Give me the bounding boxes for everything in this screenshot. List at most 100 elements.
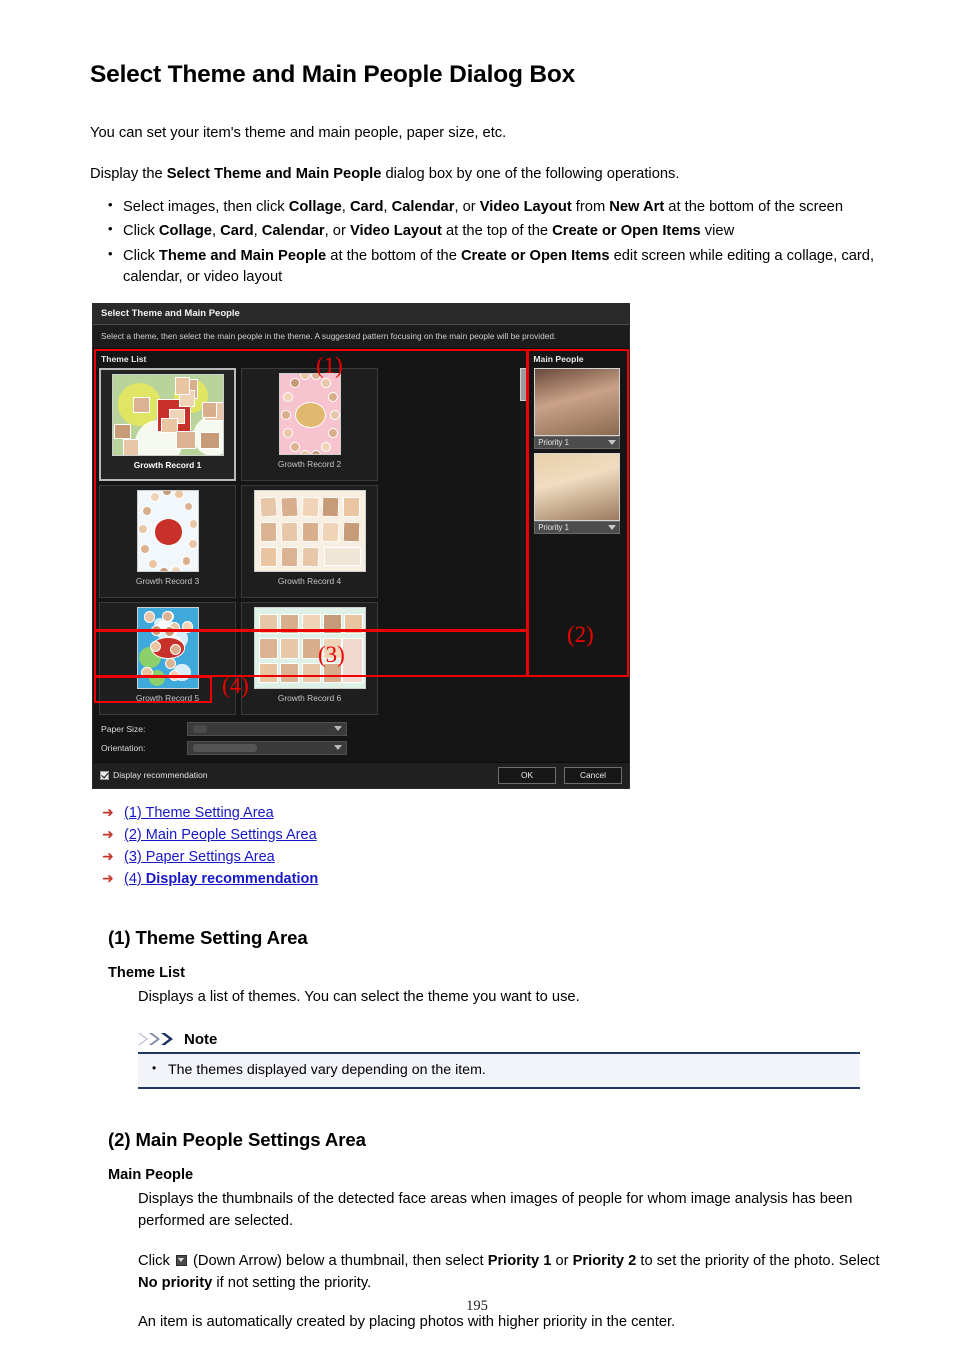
arrow-right-icon: ➜ <box>102 825 114 842</box>
final-paragraph: An item is automatically created by plac… <box>138 1314 676 1331</box>
face-image <box>535 453 620 520</box>
note-header: Note <box>138 1031 860 1048</box>
theme-thumbnail <box>136 489 199 572</box>
main-person-card: Priority 1 <box>534 452 621 534</box>
operation-text: , <box>253 223 262 240</box>
operation-term: Collage <box>288 199 342 216</box>
display-instruction-post: dialog box by one of the following opera… <box>381 165 680 182</box>
orientation-select[interactable] <box>187 740 347 755</box>
link-bold-part: Display recommendation <box>145 870 319 887</box>
priority-2-bold: Priority 2 <box>572 1252 637 1269</box>
operation-term: Card <box>349 199 384 216</box>
cancel-button[interactable]: Cancel <box>564 766 622 784</box>
theme-thumbnail-art <box>254 607 365 688</box>
display-recommendation-label: Display recommendation <box>113 770 208 781</box>
priority-post: if not setting the priority. <box>212 1274 372 1291</box>
operation-text: at the bottom of the <box>326 247 461 264</box>
note-chevrons-icon <box>138 1032 178 1046</box>
main-people-description: Displays the thumbnails of the detected … <box>138 1191 853 1230</box>
operation-term: Collage <box>158 223 212 240</box>
chevron-down-icon <box>608 439 617 445</box>
operation-item: Click Collage, Card, Calendar, or Video … <box>108 220 880 242</box>
select-theme-dialog: Select Theme and Main People Select a th… <box>92 302 630 789</box>
theme-list-description: Displays a list of themes. You can selec… <box>138 988 580 1005</box>
theme-thumbnail <box>253 489 366 572</box>
note-label: Note <box>184 1030 218 1048</box>
dialog-description: Select a theme, then select the main peo… <box>93 324 629 349</box>
theme-thumbnail <box>253 606 366 689</box>
theme-name-label: Growth Record 1 <box>133 459 202 470</box>
face-image <box>535 368 620 435</box>
ok-button[interactable]: OK <box>498 766 556 784</box>
priority-value: Priority 1 <box>538 522 569 532</box>
operation-term: Create or Open Items <box>460 247 610 264</box>
subheading-theme-list: Theme List <box>108 964 186 981</box>
paper-size-select[interactable] <box>187 721 347 736</box>
dialog-button-group: OK Cancel <box>498 766 622 784</box>
dialog-body: Theme List Growth Record 1 Growth Record … <box>93 348 629 762</box>
dialog-footer: Display recommendation OK Cancel <box>93 761 629 788</box>
theme-name-label: Growth Record 3 <box>135 575 200 586</box>
dialog-titlebar: Select Theme and Main People <box>93 303 629 325</box>
down-arrow-icon <box>175 1254 187 1266</box>
link-prefix: (4) <box>124 870 146 887</box>
no-priority-bold: No priority <box>138 1274 213 1291</box>
paper-size-value <box>193 724 207 733</box>
orientation-label: Orientation: <box>101 742 146 753</box>
note-body: The themes displayed vary depending on t… <box>138 1051 860 1090</box>
section-heading-theme-setting-area: (1) Theme Setting Area <box>108 926 308 948</box>
subheading-main-people: Main People <box>108 1167 194 1184</box>
section-link[interactable]: (1) Theme Setting Area <box>124 805 274 821</box>
theme-item[interactable]: Growth Record 5 <box>99 601 236 715</box>
main-people-area: Main People Priority 1 Priority 1 <box>525 348 629 762</box>
operation-text: at the bottom of the screen <box>664 199 844 216</box>
priority-mid2: or <box>551 1252 573 1269</box>
chevron-down-icon <box>334 726 342 732</box>
operation-text: Select images, then click <box>123 199 289 216</box>
face-thumbnail[interactable] <box>534 452 621 521</box>
priority-1-bold: Priority 1 <box>487 1252 552 1269</box>
operation-term: Calendar <box>391 199 455 216</box>
operation-text: , <box>211 223 221 240</box>
priority-select[interactable]: Priority 1 <box>534 435 621 449</box>
display-instruction-pre: Display the <box>90 165 167 182</box>
section-heading-main-people-settings-area: (2) Main People Settings Area <box>108 1129 366 1151</box>
intro-paragraph: You can set your item's theme and main p… <box>90 125 507 142</box>
arrow-right-icon: ➜ <box>102 847 114 864</box>
operation-term: Video Layout <box>349 223 442 240</box>
display-instruction-bold: Select Theme and Main People <box>166 165 382 182</box>
operation-text: at the top of the <box>441 223 553 240</box>
theme-item[interactable]: Growth Record 2 <box>241 367 378 481</box>
scrollbar-thumb[interactable] <box>520 367 528 401</box>
priority-select[interactable]: Priority 1 <box>534 520 621 534</box>
operation-term: Calendar <box>261 223 325 240</box>
theme-thumbnail <box>278 372 341 455</box>
operation-item: Select images, then click Collage, Card,… <box>108 196 880 218</box>
link-list-item: ➜ (1) Theme Setting Area <box>102 805 880 821</box>
theme-list[interactable]: Growth Record 1 Growth Record 2 Growth Rec… <box>99 367 519 715</box>
priority-mid3: to set the priority of the photo. Select <box>636 1252 880 1269</box>
orientation-row: Orientation: <box>101 740 525 755</box>
theme-thumbnail <box>111 373 224 456</box>
operation-term: New Art <box>609 199 665 216</box>
operation-text: from <box>571 199 610 216</box>
main-people-label: Main People <box>533 353 584 364</box>
arrow-right-icon: ➜ <box>102 803 114 820</box>
operation-text: Click <box>123 247 159 264</box>
section-link[interactable]: (2) Main People Settings Area <box>124 827 317 843</box>
theme-item[interactable]: Growth Record 1 <box>99 367 236 481</box>
theme-item[interactable]: Growth Record 4 <box>241 484 378 598</box>
link-list-item: ➜ (4) Display recommendation <box>102 871 880 887</box>
face-thumbnail[interactable] <box>534 367 621 436</box>
link-list-item: ➜ (3) Paper Settings Area <box>102 849 880 865</box>
display-recommendation-checkbox[interactable]: Display recommendation <box>100 770 208 780</box>
theme-item[interactable]: Growth Record 3 <box>99 484 236 598</box>
section-link[interactable]: (4) Display recommendation <box>124 871 318 887</box>
theme-item[interactable]: Growth Record 6 <box>241 601 378 715</box>
priority-value: Priority 1 <box>538 437 569 447</box>
link-list-item: ➜ (2) Main People Settings Area <box>102 827 880 843</box>
section-link[interactable]: (3) Paper Settings Area <box>124 849 275 865</box>
theme-list-scrollbar[interactable] <box>520 367 528 608</box>
checkbox-checked-icon[interactable] <box>100 770 109 780</box>
paper-size-row: Paper Size: <box>101 721 525 736</box>
